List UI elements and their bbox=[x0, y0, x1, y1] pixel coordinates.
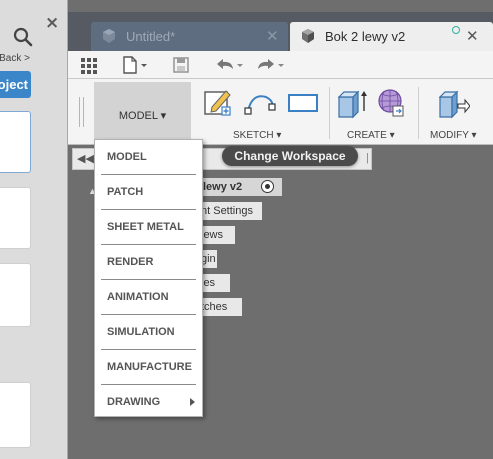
project-card[interactable] bbox=[0, 111, 31, 173]
file-icon[interactable] bbox=[122, 55, 150, 75]
workspace-menu: MODEL PATCH SHEET METAL RENDER ANIMATION… bbox=[94, 139, 203, 417]
menu-item-label: MODEL bbox=[107, 151, 147, 163]
close-icon[interactable]: ✕ bbox=[266, 26, 279, 46]
arc-sketch-icon[interactable] bbox=[242, 87, 278, 119]
ribbon: MODEL ▾ SKETCH ▾ CREATE ▾ MODIFY ▾ bbox=[68, 79, 493, 145]
new-project-button[interactable]: oject bbox=[0, 71, 31, 98]
divider bbox=[418, 87, 419, 139]
tab-bar: Untitled* ✕ Bok 2 lewy v2 ✕ bbox=[68, 12, 493, 51]
form-icon[interactable] bbox=[374, 87, 408, 121]
workspace-switcher[interactable]: MODEL ▾ bbox=[94, 82, 191, 144]
active-radio-icon[interactable] bbox=[261, 180, 274, 193]
tab-untitled[interactable]: Untitled* ✕ bbox=[91, 22, 288, 51]
project-card[interactable] bbox=[0, 263, 31, 327]
menu-item-label: RENDER bbox=[107, 256, 154, 268]
undo-icon[interactable] bbox=[212, 55, 244, 75]
save-icon[interactable] bbox=[172, 55, 190, 75]
tab-bok-2-lewy-v2[interactable]: Bok 2 lewy v2 ✕ bbox=[290, 22, 493, 51]
menu-item-sheet-metal[interactable]: SHEET METAL bbox=[95, 210, 202, 244]
menu-item-label: PATCH bbox=[107, 186, 144, 198]
tab-label: Untitled* bbox=[126, 29, 176, 44]
menu-item-label: SIMULATION bbox=[107, 326, 175, 338]
menu-item-label: ANIMATION bbox=[107, 291, 169, 303]
menu-item-simulation[interactable]: SIMULATION bbox=[95, 315, 202, 349]
press-pull-icon[interactable] bbox=[436, 87, 470, 121]
create-group-label[interactable]: CREATE ▾ bbox=[347, 130, 395, 141]
workspace-label: MODEL ▾ bbox=[118, 110, 167, 122]
modify-group-label[interactable]: MODIFY ▾ bbox=[430, 130, 477, 141]
quick-access-toolbar bbox=[68, 51, 493, 79]
sketch-group-label[interactable]: SKETCH ▾ bbox=[233, 130, 281, 141]
close-icon[interactable]: × bbox=[45, 14, 59, 32]
menu-item-manufacture[interactable]: MANUFACTURE bbox=[95, 350, 202, 384]
menu-item-label: MANUFACTURE bbox=[107, 361, 192, 373]
divider bbox=[329, 87, 330, 139]
ribbon-grip[interactable] bbox=[79, 97, 84, 127]
extrude-icon[interactable] bbox=[335, 87, 369, 121]
rectangle-sketch-icon[interactable] bbox=[287, 87, 319, 119]
project-card[interactable] bbox=[0, 382, 31, 448]
menu-item-drawing[interactable]: DRAWING bbox=[95, 385, 202, 419]
menu-item-label: SHEET METAL bbox=[107, 221, 184, 233]
close-icon[interactable]: ✕ bbox=[466, 26, 479, 46]
tab-label: Bok 2 lewy v2 bbox=[325, 29, 406, 44]
menu-item-render[interactable]: RENDER bbox=[95, 245, 202, 279]
menu-item-model[interactable]: MODEL bbox=[95, 140, 202, 174]
browser-node[interactable]: iews bbox=[198, 226, 235, 244]
menu-item-label: DRAWING bbox=[107, 396, 161, 408]
collapse-icon[interactable]: ◀◀ bbox=[77, 152, 94, 165]
change-workspace-tooltip: Change Workspace bbox=[222, 146, 358, 166]
data-panel: × Back > oject bbox=[0, 0, 68, 459]
search-icon[interactable] bbox=[12, 26, 34, 48]
menu-item-patch[interactable]: PATCH bbox=[95, 175, 202, 209]
submenu-arrow-icon bbox=[190, 398, 195, 406]
box-icon bbox=[103, 29, 115, 43]
browser-node[interactable]: nt Settings bbox=[198, 202, 262, 220]
grid-icon[interactable] bbox=[80, 55, 98, 75]
back-link[interactable]: Back > bbox=[0, 53, 30, 64]
box-icon bbox=[302, 29, 314, 43]
project-card[interactable] bbox=[0, 187, 31, 249]
redo-icon[interactable] bbox=[254, 55, 286, 75]
pin-icon[interactable]: | bbox=[366, 152, 369, 164]
menu-item-animation[interactable]: ANIMATION bbox=[95, 280, 202, 314]
browser-node[interactable]: tches bbox=[198, 298, 242, 316]
create-sketch-icon[interactable] bbox=[202, 87, 234, 119]
loading-indicator bbox=[452, 26, 460, 34]
